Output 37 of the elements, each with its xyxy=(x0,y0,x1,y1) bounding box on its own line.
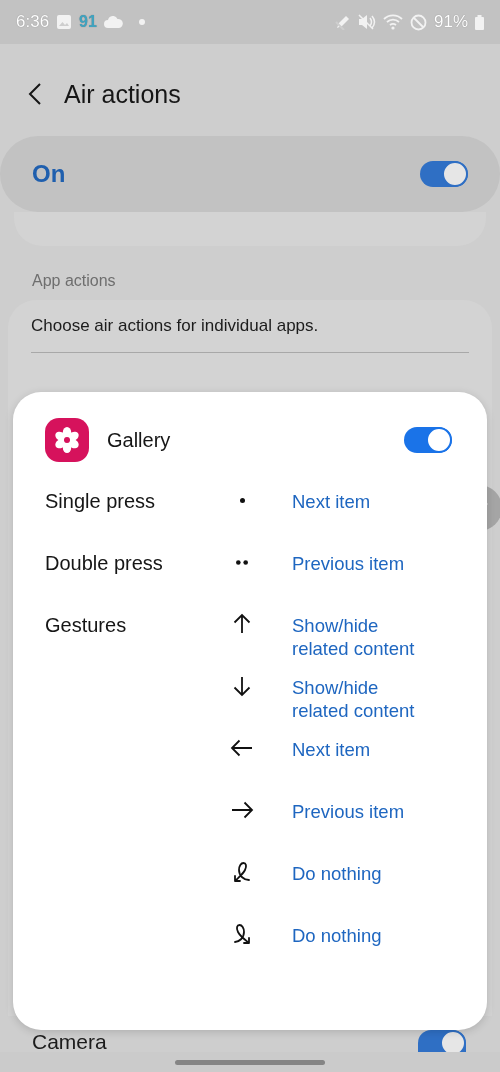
action-value[interactable]: Show/hide related content xyxy=(292,614,432,660)
wifi-icon xyxy=(382,14,403,30)
page-title: Air actions xyxy=(64,79,181,109)
action-label: Gestures xyxy=(45,614,127,636)
clock: 6:36 xyxy=(16,12,50,32)
action-label: Single press xyxy=(45,490,156,512)
switch-label: On xyxy=(32,160,66,188)
two-dots-icon xyxy=(236,559,248,565)
action-value[interactable]: Show/hide related content xyxy=(292,676,432,722)
master-switch-bar[interactable]: On xyxy=(0,136,500,212)
app-name: Gallery xyxy=(107,428,172,452)
action-value[interactable]: Do nothing xyxy=(292,862,432,885)
back-icon[interactable] xyxy=(28,82,42,106)
section-title: App actions xyxy=(31,271,117,291)
flower-icon xyxy=(45,418,89,462)
toggle-switch[interactable] xyxy=(420,161,468,187)
toggle-switch[interactable] xyxy=(418,1030,466,1052)
dot-icon xyxy=(239,497,245,503)
action-value[interactable]: Next item xyxy=(292,490,432,513)
action-value[interactable]: Previous item xyxy=(292,552,432,575)
battery-icon xyxy=(475,14,484,30)
action-value[interactable]: Next item xyxy=(292,738,432,761)
cloud-icon xyxy=(103,16,123,28)
navigation-handle[interactable] xyxy=(175,1059,325,1065)
toggle-switch[interactable] xyxy=(404,427,452,453)
app-name: Camera xyxy=(32,1030,107,1054)
action-label: Double press xyxy=(45,552,163,574)
do-not-disturb-icon xyxy=(409,13,427,31)
notification-count: 91 xyxy=(79,13,97,31)
dot-icon xyxy=(137,18,146,26)
pen-off-icon xyxy=(334,14,351,30)
mute-icon xyxy=(357,14,376,30)
image-icon xyxy=(56,14,73,30)
battery-level: 91% xyxy=(433,12,468,32)
description: Choose air actions for individual apps. xyxy=(31,316,469,353)
action-value[interactable]: Do nothing xyxy=(292,924,432,947)
action-value[interactable]: Previous item xyxy=(292,800,432,823)
